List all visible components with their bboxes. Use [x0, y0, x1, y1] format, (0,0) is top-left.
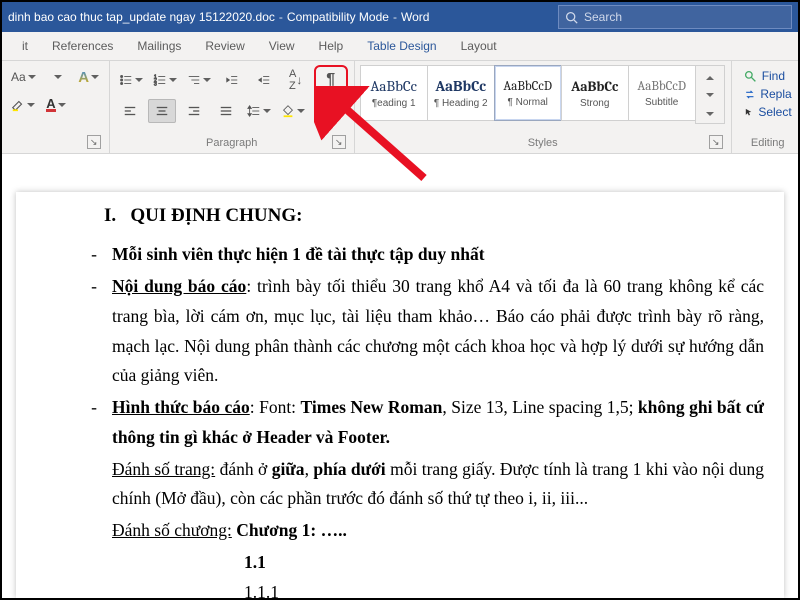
cursor-icon [744, 106, 754, 119]
document-page[interactable]: I. QUI ĐỊNH CHUNG: -Mỗi sinh viên thực h… [16, 192, 784, 598]
align-center-button[interactable] [148, 99, 176, 123]
title-sep: - [393, 10, 397, 24]
style-heading2[interactable]: AaBbCc¶ Heading 2 [427, 65, 495, 121]
numbering-2: 1.1.1 [244, 578, 770, 598]
annotation-arrow [314, 86, 434, 186]
style-normal[interactable]: AaBbCcD¶ Normal [494, 65, 562, 121]
justify-button[interactable] [212, 99, 240, 123]
tab-layout[interactable]: Layout [449, 33, 509, 60]
ribbon-tabs: it References Mailings Review View Help … [2, 32, 798, 61]
styles-expand[interactable] [696, 104, 724, 123]
font-color-button[interactable]: A [42, 93, 70, 117]
font-dialog-launcher[interactable]: ↘ [87, 135, 101, 149]
text-highlight-button[interactable] [8, 93, 38, 117]
increase-indent-button[interactable] [250, 68, 278, 92]
tab-table-design[interactable]: Table Design [355, 33, 448, 60]
change-case-button[interactable]: Aa [8, 65, 39, 89]
replace-icon [744, 88, 756, 101]
search-icon [744, 70, 757, 83]
select-button[interactable]: Select [744, 105, 792, 119]
document-body: I. QUI ĐỊNH CHUNG: -Mỗi sinh viên thực h… [32, 200, 770, 598]
line-spacing-button[interactable] [244, 99, 274, 123]
svg-text:3: 3 [154, 81, 157, 87]
styles-scroll-down[interactable] [696, 85, 724, 104]
decrease-indent-button[interactable] [218, 68, 246, 92]
align-right-button[interactable] [180, 99, 208, 123]
bullets-button[interactable] [116, 68, 146, 92]
tab-references[interactable]: References [40, 33, 125, 60]
styles-dialog-launcher[interactable]: ↘ [709, 135, 723, 149]
multilevel-list-button[interactable] [184, 68, 214, 92]
app-name: Word [401, 10, 429, 24]
title-sep: - [279, 10, 283, 24]
text-effects-button[interactable]: A [75, 65, 103, 89]
search-box[interactable]: Search [558, 5, 792, 29]
document-filename: dinh bao cao thuc tap_update ngay 151220… [8, 10, 275, 24]
editing-group-label: Editing [738, 134, 798, 153]
tab-it[interactable]: it [10, 33, 40, 60]
numbering-button[interactable]: 123 [150, 68, 180, 92]
style-subtitle[interactable]: AaBbCcDSubtitle [628, 65, 696, 121]
numbering-1: 1.1 [244, 548, 770, 578]
search-placeholder: Search [584, 10, 622, 24]
font-misc-button[interactable] [43, 65, 71, 89]
tab-view[interactable]: View [257, 33, 307, 60]
replace-button[interactable]: Repla [744, 87, 792, 101]
sort-button[interactable]: AZ↓ [282, 68, 310, 92]
tab-help[interactable]: Help [307, 33, 356, 60]
title-bar: dinh bao cao thuc tap_update ngay 151220… [2, 2, 798, 32]
tab-review[interactable]: Review [193, 33, 256, 60]
compat-mode: Compatibility Mode [287, 10, 389, 24]
tab-mailings[interactable]: Mailings [125, 33, 193, 60]
style-strong[interactable]: AaBbCcStrong [561, 65, 629, 121]
font-group-label: ↘ [8, 134, 103, 153]
search-icon [565, 11, 578, 24]
styles-scroll-up[interactable] [696, 66, 724, 85]
align-left-button[interactable] [116, 99, 144, 123]
find-button[interactable]: Find [744, 69, 792, 83]
paragraph-group-label: Paragraph↘ [116, 134, 348, 153]
shading-button[interactable] [278, 99, 308, 123]
